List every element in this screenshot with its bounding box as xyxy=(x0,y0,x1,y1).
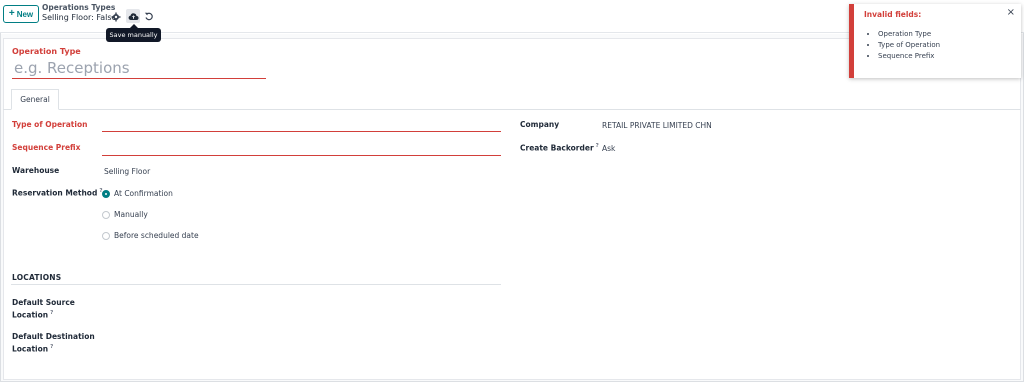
help-icon[interactable]: ? xyxy=(50,344,53,350)
create-backorder-text: Create Backorder xyxy=(520,143,594,153)
operation-type-input[interactable] xyxy=(12,58,266,79)
radio-unchecked-icon xyxy=(102,231,110,240)
default-source-location-label-line-1: Default Source xyxy=(12,298,75,307)
list-item: Type of Operation xyxy=(878,41,940,49)
notification-title: Invalid fields: xyxy=(864,10,922,19)
radio-label: Manually xyxy=(114,210,148,219)
default-destination-location-text: Location xyxy=(12,344,49,354)
sequence-prefix-label: Sequence Prefix xyxy=(12,143,81,152)
new-button[interactable]: + New xyxy=(3,5,39,23)
default-source-location-label-line-2: Location? xyxy=(12,310,53,320)
plus-icon: + xyxy=(8,8,15,19)
company-value[interactable]: RETAIL PRIVATE LIMITED CHN xyxy=(602,121,712,130)
breadcrumb-current: Selling Floor: False xyxy=(42,13,117,22)
type-of-operation-label: Type of Operation xyxy=(12,120,88,129)
operation-type-label: Operation Type xyxy=(12,47,81,56)
invalid-fields-notification: Invalid fields: × Operation Type Type of… xyxy=(849,4,1021,78)
warehouse-label: Warehouse xyxy=(12,166,60,175)
radio-unchecked-icon xyxy=(102,210,110,219)
undo-icon xyxy=(144,12,153,21)
reservation-method-text: Reservation Method xyxy=(12,188,98,198)
list-item: Operation Type xyxy=(878,30,940,38)
breadcrumb-parent[interactable]: Operations Types xyxy=(42,3,115,12)
sequence-prefix-field[interactable] xyxy=(102,155,501,156)
new-button-label: New xyxy=(16,9,34,19)
default-destination-location-label-line-1: Default Destination xyxy=(12,332,95,341)
tabs-divider xyxy=(3,109,1021,110)
radio-before-scheduled-date[interactable]: Before scheduled date xyxy=(102,231,199,240)
save-button[interactable] xyxy=(126,9,140,23)
discard-button[interactable] xyxy=(144,11,154,21)
help-icon[interactable]: ? xyxy=(596,143,599,149)
radio-at-confirmation[interactable]: At Confirmation xyxy=(102,189,173,198)
gear-icon[interactable] xyxy=(111,12,121,22)
list-item: Sequence Prefix xyxy=(878,52,940,60)
create-backorder-value[interactable]: Ask xyxy=(602,144,615,153)
cloud-upload-icon xyxy=(128,12,138,20)
radio-manually[interactable]: Manually xyxy=(102,210,148,219)
tab-general[interactable]: General xyxy=(11,89,59,110)
company-label: Company xyxy=(520,120,560,129)
locations-section-title: LOCATIONS xyxy=(12,273,62,282)
close-icon[interactable]: × xyxy=(1007,7,1015,18)
form-sheet xyxy=(3,38,1021,380)
invalid-fields-list: Operation Type Type of Operation Sequenc… xyxy=(878,30,940,63)
type-of-operation-field[interactable] xyxy=(102,131,501,132)
default-destination-location-label-line-2: Location? xyxy=(12,344,53,354)
help-icon[interactable]: ? xyxy=(50,310,53,316)
warehouse-value[interactable]: Selling Floor xyxy=(104,167,150,176)
radio-label: At Confirmation xyxy=(114,189,173,198)
radio-checked-icon xyxy=(102,189,110,198)
create-backorder-label: Create Backorder? xyxy=(520,143,599,153)
reservation-method-label: Reservation Method? xyxy=(12,188,103,198)
save-tooltip: Save manually xyxy=(106,24,161,42)
locations-divider xyxy=(11,284,501,285)
radio-label: Before scheduled date xyxy=(114,231,199,240)
default-source-location-text: Location xyxy=(12,310,49,320)
